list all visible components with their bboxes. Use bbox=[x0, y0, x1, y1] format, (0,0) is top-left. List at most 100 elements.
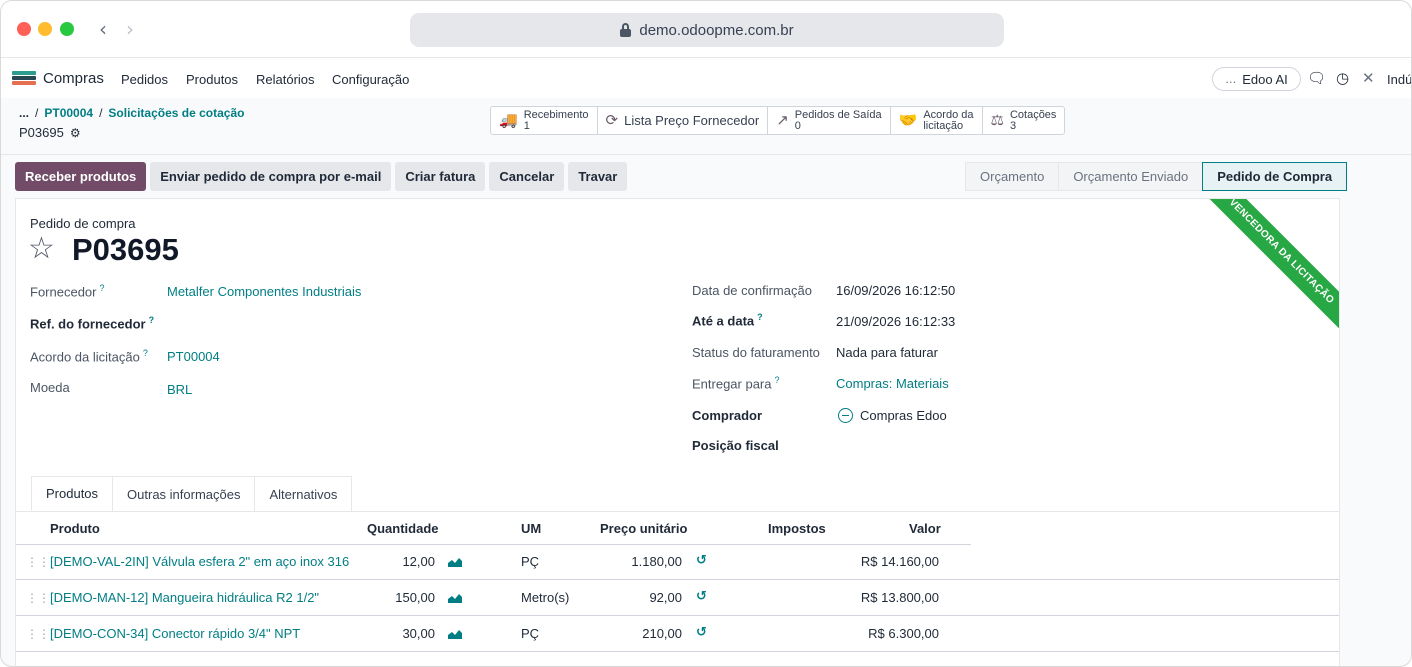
fiscal-position-label: Posição fiscal bbox=[692, 438, 779, 453]
table-row[interactable]: ⋮⋮ [DEMO-MAN-12] Mangueira hidráulica R2… bbox=[16, 580, 1339, 616]
document-type: Pedido de compra bbox=[30, 216, 136, 231]
col-unit-price[interactable]: Preço unitário bbox=[600, 521, 687, 536]
row-quantity[interactable]: 12,00 bbox=[402, 554, 435, 569]
confirm-date-label: Data de confirmação bbox=[692, 283, 812, 298]
agreement-smart-button[interactable]: 🤝 Acordo da licitação bbox=[891, 107, 983, 134]
breadcrumb-rfq[interactable]: Solicitações de cotação bbox=[108, 106, 244, 120]
stage-quotation-sent[interactable]: Orçamento Enviado bbox=[1058, 162, 1204, 191]
deadline-field[interactable]: 21/09/2026 16:12:33 bbox=[836, 314, 955, 329]
winner-ribbon: VENCEDORA DA LICITAÇÃO bbox=[1194, 199, 1339, 339]
row-quantity[interactable]: 150,00 bbox=[395, 590, 435, 605]
row-uom[interactable]: PÇ bbox=[521, 554, 539, 569]
send-email-button[interactable]: Enviar pedido de compra por e-mail bbox=[150, 162, 392, 191]
menu-configuracao[interactable]: Configuração bbox=[332, 72, 409, 87]
drag-handle-icon[interactable]: ⋮⋮ bbox=[26, 627, 50, 641]
row-uom[interactable]: PÇ bbox=[521, 626, 539, 641]
edoo-ai-button[interactable]: … Edoo AI bbox=[1212, 67, 1301, 91]
odoo-navbar: Compras Pedidos Produtos Relatórios Conf… bbox=[1, 58, 1411, 98]
messages-icon[interactable]: 🗨 bbox=[1307, 69, 1326, 87]
receipt-count: 1 bbox=[523, 119, 530, 132]
row-product[interactable]: [DEMO-CON-34] Conector rápido 3/4" NPT bbox=[50, 626, 300, 641]
quotations-smart-button[interactable]: ⚖ Cotações 3 bbox=[983, 107, 1065, 134]
tools-icon[interactable]: ✕ bbox=[1362, 69, 1375, 87]
row-unit-price[interactable]: 210,00 bbox=[642, 626, 682, 641]
stage-purchase-order[interactable]: Pedido de Compra bbox=[1202, 162, 1348, 191]
vendor-field[interactable]: Metalfer Componentes Industriais bbox=[167, 284, 361, 299]
document-name: P03695 bbox=[72, 232, 179, 267]
receive-products-button[interactable]: Receber produtos bbox=[15, 162, 147, 191]
table-row[interactable]: ⋮⋮ [DEMO-VAL-2IN] Válvula esfera 2" em a… bbox=[16, 544, 1339, 580]
scale-icon: ⚖ bbox=[990, 111, 1004, 129]
table-row[interactable]: ⋮⋮ [DEMO-CON-34] Conector rápido 3/4" NP… bbox=[16, 616, 1339, 652]
create-invoice-button[interactable]: Criar fatura bbox=[395, 162, 486, 191]
deliver-to-label: Entregar para? bbox=[692, 375, 780, 392]
receipt-smart-button[interactable]: 🚚 Recebimento 1 bbox=[491, 107, 598, 134]
col-product[interactable]: Produto bbox=[50, 521, 100, 536]
avatar bbox=[838, 408, 853, 423]
lock-button[interactable]: Travar bbox=[568, 162, 628, 191]
deliver-to-field[interactable]: Compras: Materiais bbox=[836, 376, 949, 391]
vendor-pricelist-smart-button[interactable]: ⟳ Lista Preço Fornecedor bbox=[598, 107, 769, 134]
star-icon[interactable]: ☆ bbox=[28, 231, 55, 266]
col-taxes[interactable]: Impostos bbox=[768, 521, 826, 536]
row-uom[interactable]: Metro(s) bbox=[521, 590, 569, 605]
app-title[interactable]: Compras bbox=[43, 70, 104, 87]
refresh-price-icon[interactable]: ↺ bbox=[696, 589, 707, 604]
refresh-price-icon[interactable]: ↺ bbox=[696, 625, 707, 640]
confirm-date-field[interactable]: 16/09/2026 16:12:50 bbox=[836, 283, 955, 298]
col-uom[interactable]: UM bbox=[521, 521, 541, 536]
address-bar[interactable]: demo.odoopme.com.br bbox=[410, 13, 1004, 47]
action-bar: Receber produtos Enviar pedido de compra… bbox=[15, 162, 628, 191]
col-amount[interactable]: Valor bbox=[909, 521, 941, 536]
forecast-chart-icon[interactable] bbox=[448, 593, 462, 603]
forecast-chart-icon[interactable] bbox=[448, 557, 462, 567]
receipt-label: Recebimento bbox=[523, 108, 589, 121]
pricelist-label: Lista Preço Fornecedor bbox=[624, 113, 760, 128]
breadcrumb-ellipsis[interactable]: ... bbox=[19, 106, 29, 120]
menu-produtos[interactable]: Produtos bbox=[186, 72, 238, 87]
clock-icon[interactable]: ◷ bbox=[1336, 69, 1349, 87]
agreement-field[interactable]: PT00004 bbox=[167, 349, 220, 364]
notebook-tabs: Produtos Outras informações Alternativos bbox=[31, 476, 353, 511]
breadcrumb-agreement[interactable]: PT00004 bbox=[44, 106, 93, 120]
menu-pedidos[interactable]: Pedidos bbox=[121, 72, 168, 87]
close-window-button[interactable] bbox=[17, 22, 31, 36]
row-unit-price[interactable]: 1.180,00 bbox=[631, 554, 682, 569]
tab-outras-informacoes[interactable]: Outras informações bbox=[112, 476, 256, 511]
drag-handle-icon[interactable]: ⋮⋮ bbox=[26, 591, 50, 605]
quotations-count: 3 bbox=[1009, 119, 1017, 132]
forecast-chart-icon[interactable] bbox=[448, 629, 462, 639]
chat-bubble-icon: … bbox=[1225, 72, 1237, 86]
menu-relatorios[interactable]: Relatórios bbox=[256, 72, 315, 87]
forward-arrow-icon[interactable]: › bbox=[126, 17, 134, 41]
buyer-field[interactable]: Compras Edoo bbox=[838, 408, 947, 423]
refresh-icon: ⟳ bbox=[605, 111, 619, 129]
stage-quotation[interactable]: Orçamento bbox=[965, 162, 1060, 191]
divider bbox=[1, 154, 1411, 155]
row-amount: R$ 13.800,00 bbox=[860, 590, 939, 605]
row-quantity[interactable]: 30,00 bbox=[402, 626, 435, 641]
drag-handle-icon[interactable]: ⋮⋮ bbox=[26, 555, 50, 569]
tab-produtos[interactable]: Produtos bbox=[31, 476, 114, 511]
row-unit-price[interactable]: 92,00 bbox=[649, 590, 682, 605]
row-product[interactable]: [DEMO-VAL-2IN] Válvula esfera 2" em aço … bbox=[50, 554, 349, 569]
refresh-price-icon[interactable]: ↺ bbox=[696, 553, 707, 568]
cancel-button[interactable]: Cancelar bbox=[489, 162, 565, 191]
buyer-label: Comprador bbox=[692, 408, 763, 423]
back-arrow-icon[interactable]: ‹ bbox=[99, 17, 107, 41]
outgoing-orders-smart-button[interactable]: ↗ Pedidos de Saída 0 bbox=[768, 107, 891, 134]
currency-field[interactable]: BRL bbox=[167, 382, 192, 397]
agreement-label: Acordo da licitação? bbox=[30, 348, 148, 365]
buyer-name: Compras Edoo bbox=[860, 408, 947, 423]
maximize-window-button[interactable] bbox=[60, 22, 74, 36]
edoo-ai-label: Edoo AI bbox=[1242, 71, 1288, 87]
row-product[interactable]: [DEMO-MAN-12] Mangueira hidráulica R2 1/… bbox=[50, 590, 319, 605]
gear-icon[interactable]: ⚙ bbox=[70, 126, 81, 140]
col-quantity[interactable]: Quantidade bbox=[367, 521, 439, 536]
table-header: Produto Quantidade UM Preço unitário Imp… bbox=[16, 512, 971, 545]
company-switcher[interactable]: Indú bbox=[1387, 72, 1411, 87]
agreement-label-2: licitação bbox=[923, 119, 964, 132]
minimize-window-button[interactable] bbox=[38, 22, 52, 36]
purchase-app-icon[interactable] bbox=[12, 71, 36, 85]
tab-alternativos[interactable]: Alternativos bbox=[254, 476, 353, 511]
